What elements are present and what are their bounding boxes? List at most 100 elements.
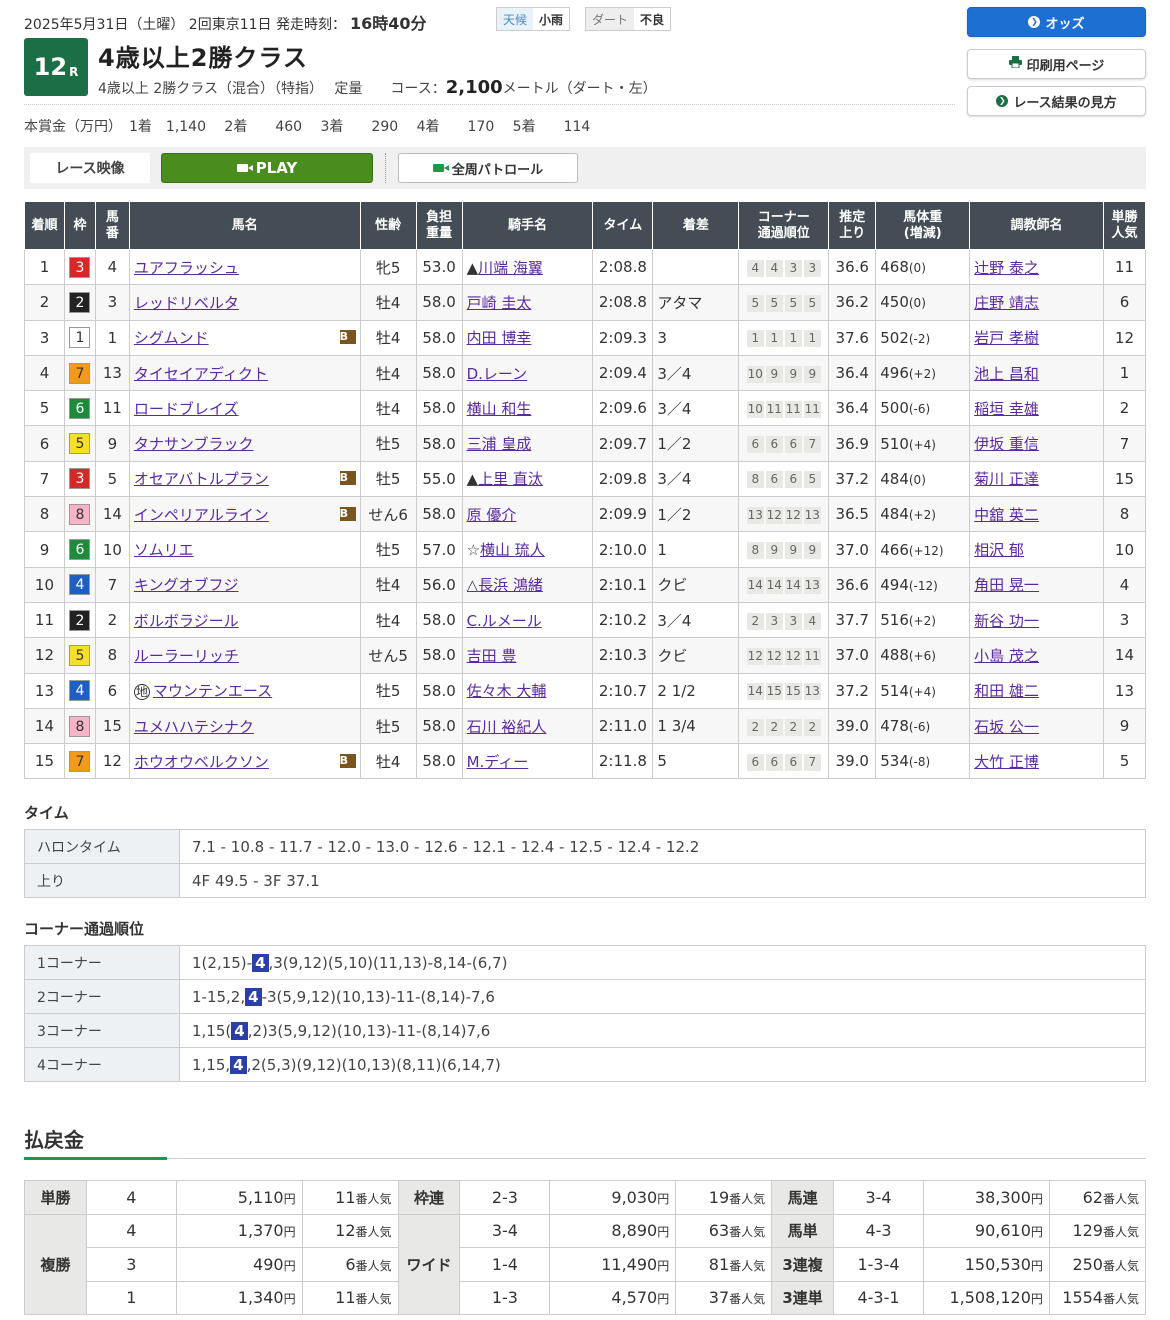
trainer-link[interactable]: 辻野 泰之 <box>974 259 1039 277</box>
corner-position: 14 <box>746 683 764 701</box>
date-text: 2025年5月31日（土曜） 2回東京11日 発走時刻： <box>24 17 346 33</box>
waku-cell: 6 <box>63 390 96 427</box>
corner-position: 9 <box>803 542 821 560</box>
pop-value: 62 <box>1082 1187 1103 1207</box>
sex-age-cell: 牡5 <box>359 460 417 498</box>
body-weight-cell: 494(-12) <box>875 566 971 603</box>
trainer-cell: 庄野 靖志 <box>969 284 1104 321</box>
pop-value: 81 <box>708 1254 730 1274</box>
trainer-link[interactable]: 新谷 功一 <box>974 612 1039 630</box>
result-guide-button[interactable]: ❯ レース結果の見方 <box>967 86 1146 116</box>
horse-name-link[interactable]: タナサンブラック <box>134 435 254 453</box>
jockey-cell: 佐々木 大輔 <box>461 672 594 709</box>
jockey-cell: C.ルメール <box>461 601 594 639</box>
trainer-link[interactable]: 岩戸 孝樹 <box>974 329 1039 347</box>
course-distance: 2,100 <box>445 77 503 98</box>
amount-value: 1,508,120 <box>949 1288 1031 1308</box>
trainer-link[interactable]: 稲垣 幸雄 <box>974 400 1039 418</box>
margin-cell: 3／4 <box>652 390 740 427</box>
horse-name-link[interactable]: ロードブレイズ <box>134 400 239 418</box>
rank-cell: 11 <box>24 601 65 639</box>
sex-age-cell: 牡4 <box>359 390 417 427</box>
play-video-button[interactable]: PLAY <box>161 153 373 183</box>
corner-position: 3 <box>784 259 802 277</box>
horse-name-link[interactable]: ホウオウベルクソン <box>134 753 269 771</box>
jockey-link[interactable]: 上里 直汰 <box>478 470 543 488</box>
trainer-link[interactable]: 相沢 郁 <box>974 541 1024 559</box>
amount-value: 490 <box>253 1254 284 1274</box>
horse-name-link[interactable]: レッドリベルタ <box>134 294 239 312</box>
yen-unit: 円 <box>283 1225 296 1240</box>
amount-value: 5,110 <box>237 1187 284 1207</box>
horse-name-link[interactable]: タイセイアディクト <box>134 365 268 383</box>
waku-cell: 8 <box>63 707 96 745</box>
corner-position: 15 <box>784 683 802 701</box>
trainer-link[interactable]: 小島 茂之 <box>974 647 1039 665</box>
jockey-link[interactable]: 横山 琉人 <box>480 541 545 559</box>
jockey-link[interactable]: C.ルメール <box>467 612 542 630</box>
jockey-link[interactable]: 横山 和生 <box>467 400 532 418</box>
wakuren-label: 枠連 <box>397 1180 461 1215</box>
trainer-link[interactable]: 庄野 靖志 <box>974 294 1039 312</box>
patrol-video-button[interactable]: 全周パトロール <box>398 153 578 183</box>
trainer-link[interactable]: 石坂 公一 <box>974 718 1039 736</box>
race-video-label: レース映像 <box>30 153 150 183</box>
jockey-link[interactable]: 原 優介 <box>467 506 517 524</box>
waku-badge: 7 <box>69 362 91 384</box>
jockey-link[interactable]: 長浜 鴻緒 <box>478 576 543 594</box>
waku-badge: 1 <box>69 327 91 349</box>
corner-position: 8 <box>746 542 764 560</box>
corner-position: 3 <box>803 259 821 277</box>
odds-button[interactable]: ❯ オッズ <box>967 7 1146 37</box>
jockey-link[interactable]: D.レーン <box>467 365 528 383</box>
jockey-link[interactable]: 三浦 皇成 <box>467 435 532 453</box>
agari-cell: 36.9 <box>828 425 877 462</box>
horse-name-link[interactable]: ソムリエ <box>134 541 194 559</box>
yen-unit: 円 <box>1030 1225 1043 1240</box>
rank-cell: 9 <box>24 531 65 568</box>
jockey-link[interactable]: 内田 博幸 <box>467 329 532 347</box>
horse-number-cell: 10 <box>94 531 130 568</box>
horse-name-link[interactable]: ルーラーリッチ <box>134 647 239 665</box>
horse-name-link[interactable]: ボルボラジール <box>134 612 239 630</box>
corner-cell: 10 9 9 9 <box>738 354 830 392</box>
payout-combo: 1 <box>85 1280 177 1315</box>
jockey-link[interactable]: 佐々木 大輔 <box>467 682 547 700</box>
heading-underline <box>24 1157 167 1160</box>
trainer-link[interactable]: 菊川 正達 <box>974 470 1039 488</box>
trainer-link[interactable]: 中舘 英二 <box>974 506 1039 524</box>
trainer-cell: 伊坂 重信 <box>969 425 1104 462</box>
trainer-link[interactable]: 伊坂 重信 <box>974 435 1039 453</box>
corner-position: 12 <box>765 506 783 524</box>
horse-name-link[interactable]: オセアバトルプラン <box>134 470 269 488</box>
agari-value: 4F 49.5 - 3F 37.1 <box>179 863 1146 898</box>
horse-name-link[interactable]: インペリアルライン <box>134 506 269 524</box>
jockey-link[interactable]: 石川 裕紀人 <box>467 718 547 736</box>
horse-name-link[interactable]: ユメハハテシナク <box>134 718 254 736</box>
horse-name-link[interactable]: シグムンド <box>134 329 209 347</box>
jockey-link[interactable]: 戸崎 圭太 <box>467 294 532 312</box>
trainer-link[interactable]: 大竹 正博 <box>974 753 1039 771</box>
body-weight-diff: (0) <box>908 261 926 276</box>
jockey-link[interactable]: M.ディー <box>467 753 529 771</box>
trainer-link[interactable]: 池上 昌和 <box>974 365 1039 383</box>
trainer-link[interactable]: 角田 晃一 <box>974 576 1039 594</box>
weight-carried-cell: 58.0 <box>415 354 463 392</box>
horse-name-link[interactable]: ユアフラッシュ <box>134 259 239 277</box>
corner-position: 7 <box>803 753 821 771</box>
pop-value: 6 <box>345 1254 356 1274</box>
horse-name-link[interactable]: キングオブフジ <box>134 576 239 594</box>
corner-cell: 14 15 15 13 <box>738 672 830 709</box>
horse-name-link[interactable]: マウンテンエース <box>153 682 272 700</box>
waku-cell: 3 <box>63 248 96 286</box>
jockey-link[interactable]: 川端 海翼 <box>478 259 543 277</box>
col-weight-line2: (増減) <box>903 225 942 241</box>
col-corner-line2: 通過順位 <box>757 225 810 241</box>
blinker-badge: B <box>339 753 356 768</box>
payout-table: 単勝 4 5,110円 11番人気 枠連 2-3 9,030円 19番人気 馬連… <box>24 1180 1147 1315</box>
print-page-button[interactable]: 印刷用ページ <box>967 49 1146 79</box>
table-row: 4 7 13 タイセイアディクト 牡4 58.0 D.レーン 2:09.4 3／4 10 9 9 9 36… <box>24 354 1147 392</box>
jockey-link[interactable]: 吉田 豊 <box>467 647 517 665</box>
payout-amount: 8,890円 <box>549 1213 677 1248</box>
trainer-link[interactable]: 和田 雄二 <box>974 682 1039 700</box>
